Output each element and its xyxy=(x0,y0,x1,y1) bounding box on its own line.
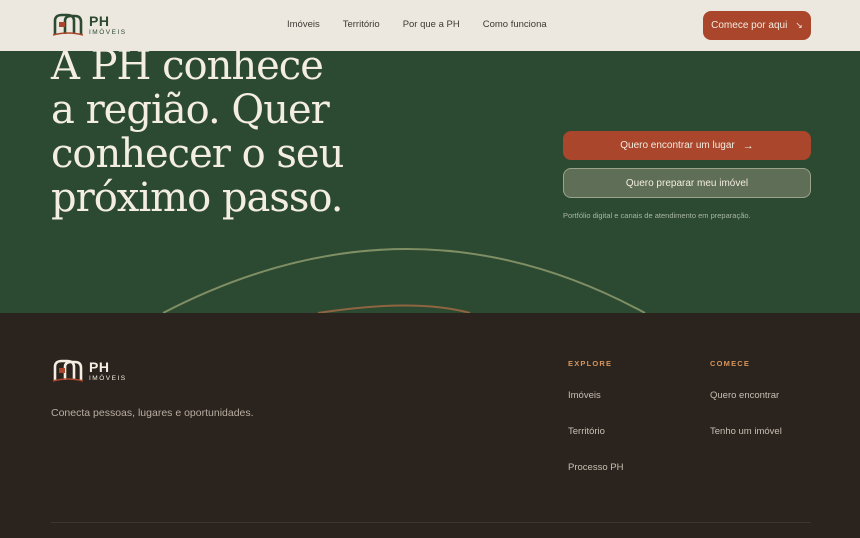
hero-title: A PH conhece a região. Quer conhecer o s… xyxy=(51,44,371,220)
footer-explore-column: EXPLORE Imóveis Território Processo PH xyxy=(568,359,623,498)
logo-wordmark: PH xyxy=(89,12,110,29)
footer-link-tenho-um-imovel[interactable]: Tenho um imóvel xyxy=(710,426,782,437)
arrow-right-icon: → xyxy=(742,139,754,152)
site-footer: PH IMÓVEIS Conecta pessoas, lugares e op… xyxy=(0,313,860,538)
house-logo-icon xyxy=(53,359,83,382)
footer-link-territorio[interactable]: Território xyxy=(568,426,623,437)
find-place-button[interactable]: Quero encontrar um lugar → xyxy=(563,131,811,160)
start-here-button[interactable]: Comece por aqui ↘ xyxy=(703,11,811,40)
hero-title-line: a região. Quer xyxy=(51,87,330,133)
hero-title-line: próximo passo. xyxy=(51,175,344,221)
footer-link-processo-ph[interactable]: Processo PH xyxy=(568,462,623,473)
footer-tagline: Conecta pessoas, lugares e oportunidades… xyxy=(51,407,254,419)
footer-comece-column: COMECE Quero encontrar Tenho um imóvel xyxy=(710,359,782,462)
house-logo-icon xyxy=(53,13,83,36)
hero-title-line: conhecer o seu xyxy=(51,131,344,177)
nav-link-por-que-a-ph[interactable]: Por que a PH xyxy=(403,19,460,30)
prepare-property-button[interactable]: Quero preparar meu imóvel xyxy=(563,168,811,198)
nav-link-como-funciona[interactable]: Como funciona xyxy=(483,19,547,30)
header-logo[interactable]: PH IMÓVEIS xyxy=(53,13,127,37)
start-here-button-label: Comece por aqui xyxy=(711,20,788,31)
footer-logo[interactable]: PH IMÓVEIS xyxy=(53,359,127,383)
prepare-property-button-label: Quero preparar meu imóvel xyxy=(625,177,749,189)
main-nav: Imóveis Território Por que a PH Como fun… xyxy=(287,19,570,30)
footer-divider xyxy=(51,522,811,523)
footer-explore-heading: EXPLORE xyxy=(568,359,613,368)
logo-subtitle: IMÓVEIS xyxy=(89,28,127,36)
footer-link-quero-encontrar[interactable]: Quero encontrar xyxy=(710,390,782,401)
hero-note: Portfólio digital e canais de atendiment… xyxy=(563,211,751,220)
footer-comece-heading: COMECE xyxy=(710,359,751,368)
site-header: PH IMÓVEIS Imóveis Território Por que a … xyxy=(0,0,860,51)
footer-link-imoveis[interactable]: Imóveis xyxy=(568,390,623,401)
nav-link-imoveis[interactable]: Imóveis xyxy=(287,19,320,30)
logo-wordmark: PH xyxy=(89,358,110,375)
logo-subtitle: IMÓVEIS xyxy=(89,374,127,382)
nav-link-territorio[interactable]: Território xyxy=(343,19,380,30)
arrow-down-right-icon: ↘ xyxy=(795,20,803,30)
find-place-button-label: Quero encontrar um lugar xyxy=(620,140,735,151)
